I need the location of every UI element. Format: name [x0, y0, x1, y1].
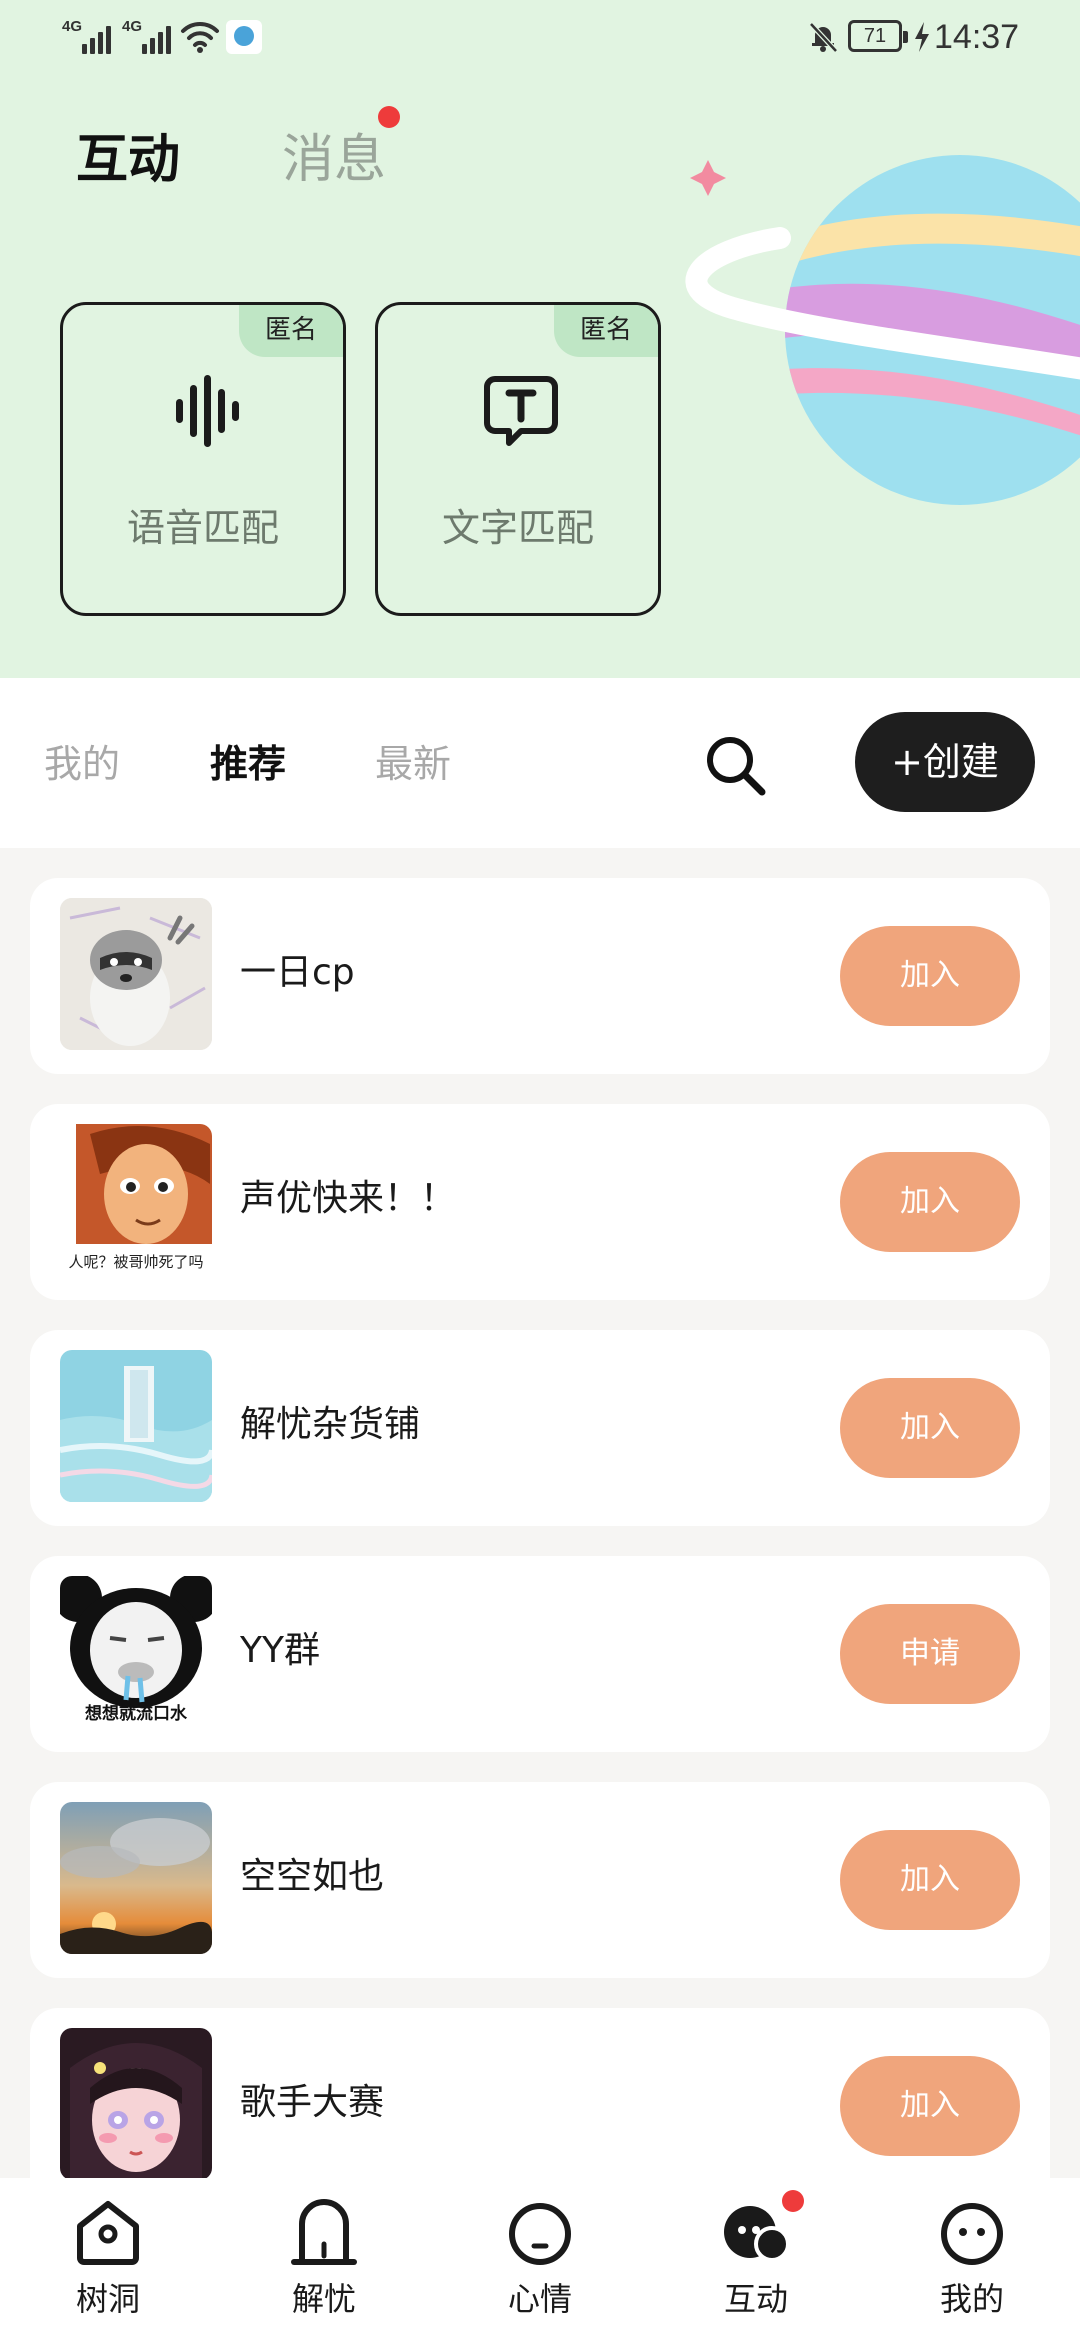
group-name: 解忧杂货铺 — [240, 1404, 421, 1445]
list-item[interactable]: 一日cp 加入 — [30, 878, 1050, 1074]
search-icon[interactable] — [700, 730, 770, 800]
join-button[interactable]: 加入 — [840, 1152, 1020, 1252]
planet-illustration — [685, 155, 1080, 505]
signal-2-icon: 4G — [122, 18, 174, 54]
voice-wave-icon — [176, 375, 239, 447]
group-name: YY群 — [240, 1630, 320, 1671]
avatar-caption: 人呢？被哥帅死了吗 — [68, 1253, 204, 1271]
join-button[interactable]: 加入 — [840, 2056, 1020, 2156]
battery-indicator: 71 — [848, 20, 908, 52]
tab-recommended[interactable]: 推荐 — [210, 740, 286, 788]
group-avatar — [60, 1802, 212, 1954]
wifi-icon — [181, 21, 219, 53]
voice-match-label: 语音匹配 — [126, 506, 279, 550]
clock: 14:37 — [934, 18, 1020, 56]
tab-mine[interactable]: 我的 — [44, 740, 120, 788]
interaction-unread-dot — [782, 2190, 804, 2212]
group-avatar — [60, 1350, 212, 1502]
list-item[interactable]: 解忧杂货铺 加入 — [30, 1330, 1050, 1526]
bottom-nav: 树洞 解忧 心情 互动 我的 — [0, 2178, 1080, 2340]
tab-latest[interactable]: 最新 — [375, 740, 451, 788]
tab-messages[interactable]: 消息 — [282, 128, 386, 192]
list-item[interactable]: 人呢？被哥帅死了吗 声优快来！！ 加入 — [30, 1104, 1050, 1300]
group-avatar: 人呢？被哥帅死了吗 — [60, 1124, 212, 1276]
join-button[interactable]: 加入 — [840, 1830, 1020, 1930]
house-location-icon — [77, 2201, 139, 2265]
messages-unread-dot — [378, 106, 400, 128]
nav-label: 解忧 — [291, 2280, 356, 2318]
nav-item-treehole[interactable]: 树洞 — [38, 2196, 178, 2326]
filter-bar: 我的 推荐 最新 +创建 — [0, 678, 1080, 848]
create-button[interactable]: +创建 — [855, 712, 1035, 812]
text-match-card[interactable]: 匿名 文字匹配 — [375, 302, 661, 616]
nav-item-interaction[interactable]: 互动 — [686, 2190, 826, 2326]
bell-muted-icon — [809, 22, 838, 53]
list-item[interactable]: 歌手大赛 加入 — [30, 2008, 1050, 2178]
app-notification-icon — [226, 20, 262, 54]
text-chat-icon — [484, 376, 558, 446]
signal-1-icon: 4G — [62, 18, 114, 54]
list-item[interactable]: 想想就流口水 YY群 申请 — [30, 1556, 1050, 1752]
join-button[interactable]: 加入 — [840, 1378, 1020, 1478]
door-icon — [291, 2199, 357, 2265]
charging-icon — [915, 22, 929, 52]
anonymous-badge: 匿名 — [554, 305, 658, 357]
nav-label: 树洞 — [75, 2280, 140, 2318]
group-avatar: 想想就流口水 — [60, 1576, 212, 1728]
group-name: 一日cp — [240, 952, 355, 993]
status-bar: 4G 4G 71 14:37 — [0, 0, 1080, 76]
anonymous-badge: 匿名 — [239, 305, 343, 357]
nav-item-profile[interactable]: 我的 — [902, 2196, 1042, 2326]
group-name: 声优快来！！ — [240, 1178, 457, 1219]
voice-match-card[interactable]: 匿名 语音匹配 — [60, 302, 346, 616]
tab-interaction[interactable]: 互动 — [76, 128, 180, 192]
group-avatar — [60, 898, 212, 1050]
apply-button[interactable]: 申请 — [840, 1604, 1020, 1704]
group-name: 歌手大赛 — [240, 2082, 385, 2123]
join-button[interactable]: 加入 — [840, 926, 1020, 1026]
group-list: 一日cp 加入 人呢？被哥帅死了吗 声优快来！！ 加入 解忧杂货铺 加入 想想就… — [0, 848, 1080, 2178]
avatar-caption: 想想就流口水 — [85, 1704, 187, 1724]
nav-label: 我的 — [939, 2280, 1004, 2318]
mood-face-icon — [509, 2203, 571, 2265]
group-avatar — [60, 2028, 212, 2178]
nav-item-relief[interactable]: 解忧 — [254, 2196, 394, 2326]
group-name: 空空如也 — [240, 1856, 385, 1897]
chat-bubbles-icon — [724, 2206, 790, 2262]
nav-label: 心情 — [507, 2280, 572, 2318]
nav-item-mood[interactable]: 心情 — [470, 2196, 610, 2326]
profile-face-icon — [941, 2203, 1003, 2265]
list-item[interactable]: 空空如也 加入 — [30, 1782, 1050, 1978]
hero-header: 4G 4G 71 14:37 互动 消息 匿名 语音匹配 匿名 文字匹配 — [0, 0, 1080, 678]
text-match-label: 文字匹配 — [441, 506, 594, 550]
nav-label: 互动 — [723, 2280, 788, 2318]
